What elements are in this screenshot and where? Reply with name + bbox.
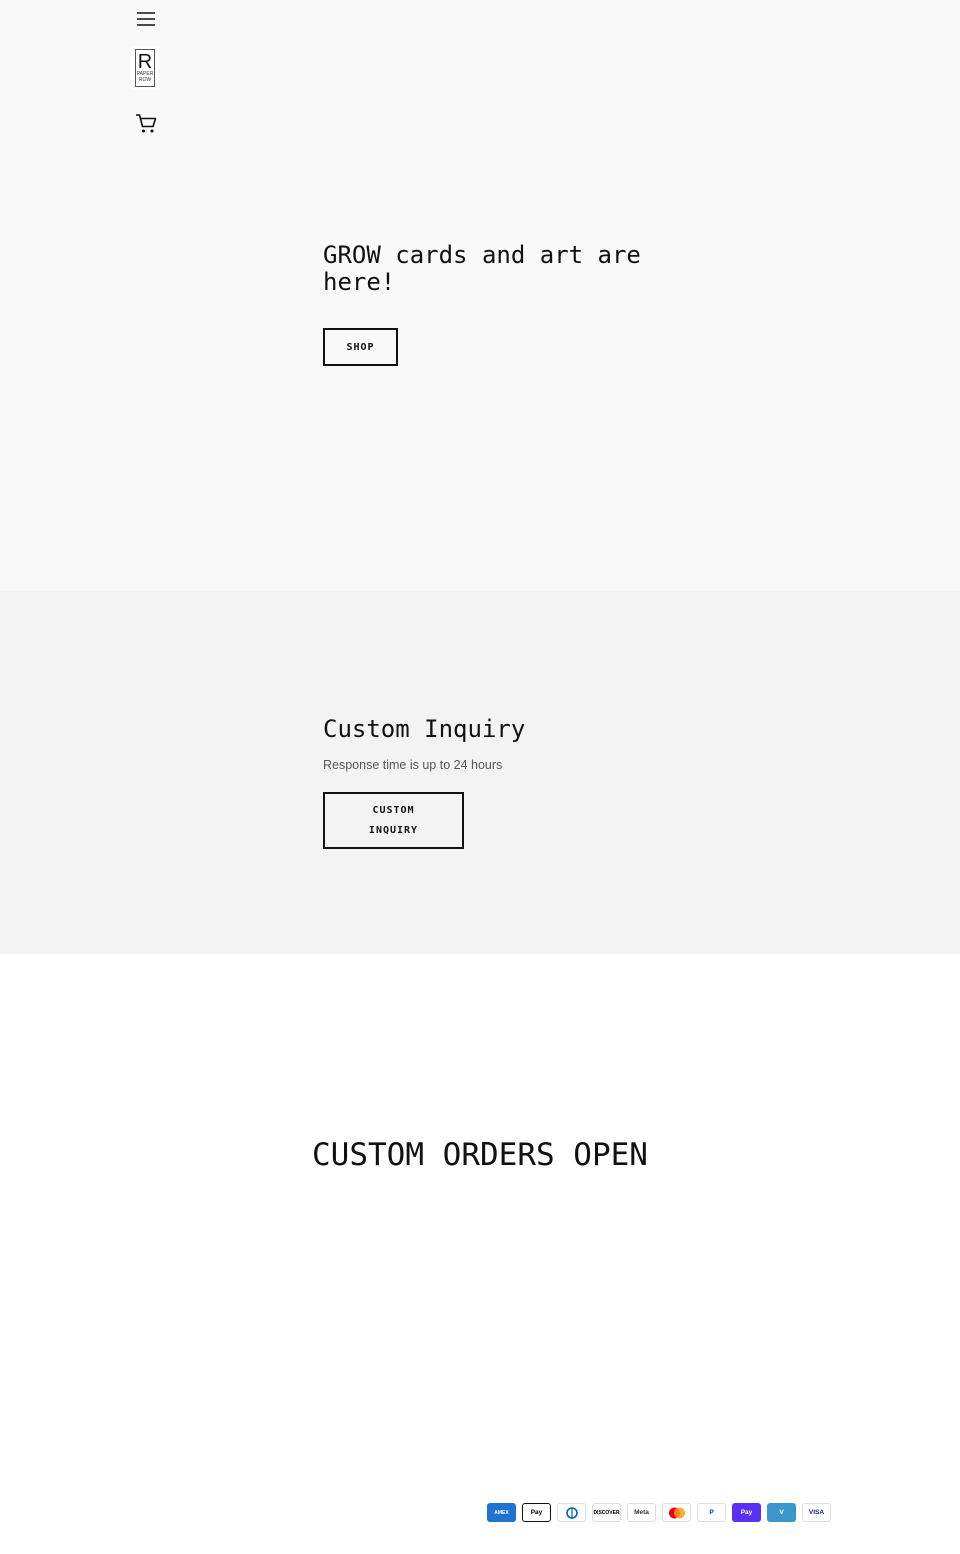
inquiry-title: Custom Inquiry — [323, 715, 526, 743]
payment-icons: AMEX Pay DISCOVER Meta P Pay V VISA — [487, 1503, 831, 1522]
paypal-icon: P — [697, 1503, 726, 1522]
meta-pay-icon: Meta — [627, 1503, 656, 1522]
shop-pay-icon: Pay — [732, 1503, 761, 1522]
apple-pay-icon: Pay — [522, 1503, 551, 1522]
hamburger-icon — [137, 12, 155, 26]
discover-icon: DISCOVER — [592, 1503, 621, 1522]
cart-icon — [136, 114, 157, 133]
custom-inquiry-section: Custom Inquiry Response time is up to 24… — [0, 591, 960, 954]
custom-orders-section: CUSTOM ORDERS OPEN — [0, 954, 960, 1554]
menu-button[interactable] — [133, 6, 159, 32]
hero-title: GROW cards and art are here! — [323, 241, 641, 296]
shop-button[interactable]: SHOP — [323, 328, 398, 366]
logo-letter: R — [137, 51, 153, 73]
logo-mark: R PAPER ROW — [135, 49, 155, 87]
amex-icon: AMEX — [487, 1503, 516, 1522]
store-logo[interactable]: R PAPER ROW — [131, 46, 159, 90]
venmo-icon: V — [767, 1503, 796, 1522]
hero-section: R PAPER ROW GROW cards and art are here!… — [0, 0, 960, 591]
custom-inquiry-button[interactable]: CUSTOM INQUIRY — [323, 792, 464, 849]
hero-content: GROW cards and art are here! SHOP — [323, 241, 683, 366]
mastercard-icon — [662, 1503, 691, 1522]
logo-line-2: ROW — [138, 76, 152, 83]
inquiry-subtitle: Response time is up to 24 hours — [323, 758, 503, 772]
visa-icon: VISA — [802, 1503, 831, 1522]
orders-title: CUSTOM ORDERS OPEN — [312, 1137, 648, 1173]
diners-club-icon — [557, 1503, 586, 1522]
inquiry-content: Custom Inquiry Response time is up to 24… — [323, 714, 683, 849]
cart-button[interactable] — [133, 110, 159, 136]
